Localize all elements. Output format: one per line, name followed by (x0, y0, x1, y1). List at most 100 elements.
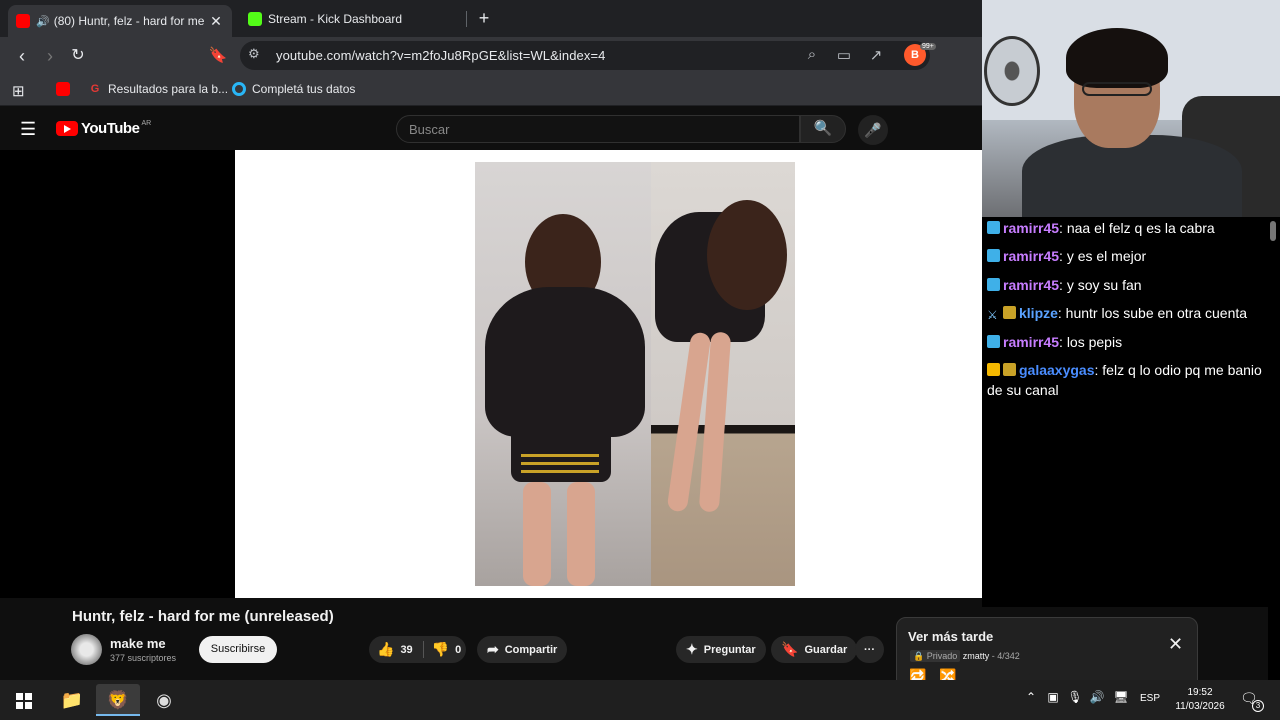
share-icon[interactable]: ↗ (866, 46, 886, 64)
playlist-panel: Ver más tarde 🔒 Privado zmatty - 4/342 ✕… (896, 617, 1198, 687)
stream-chat-overlay: ramirr45: naa el felz q es la cabra rami… (982, 217, 1280, 607)
youtube-logo[interactable]: YouTube AR (56, 120, 151, 137)
tab-youtube[interactable]: 🔊 (80) Huntr, felz - hard for me (unrele… (8, 5, 232, 37)
chat-message: ⚔ klipze: huntr los sube en otra cuenta (987, 303, 1247, 323)
ring-icon (232, 82, 246, 96)
windows-logo-icon (16, 693, 32, 709)
cast-icon[interactable]: ▭ (834, 46, 854, 64)
chat-username: ramirr45 (1003, 248, 1060, 264)
share-button[interactable]: ➦ Compartir (477, 636, 568, 663)
like-count: 39 (400, 643, 413, 656)
tab-divider (466, 11, 467, 27)
playlist-meta: 🔒 Privado zmatty - 4/342 (910, 650, 1020, 662)
cube-badge-icon (987, 278, 1000, 291)
like-button[interactable]: 👍 39 (369, 641, 424, 658)
gift-badge-icon (1003, 363, 1016, 376)
brave-browser-icon[interactable]: 🦁 (96, 684, 140, 716)
chat-text: : los pepis (1059, 334, 1123, 350)
chat-text: : y es el mejor (1059, 248, 1147, 264)
channel-avatar[interactable] (71, 634, 102, 665)
file-explorer-icon[interactable]: 📁 (50, 684, 94, 716)
chat-text: : y soy su fan (1059, 277, 1142, 293)
new-tab-button[interactable]: + (474, 8, 494, 29)
back-icon[interactable]: ‹ (10, 44, 34, 68)
chat-text: : naa el felz q es la cabra (1059, 220, 1215, 236)
chat-message: ramirr45: los pepis (987, 332, 1122, 352)
youtube-icon (56, 82, 70, 96)
obs-icon[interactable]: ◉ (142, 684, 186, 716)
apps-grid-icon[interactable]: ⊞ (12, 82, 25, 100)
chat-message: ramirr45: y soy su fan (987, 275, 1142, 295)
youtube-favicon-icon (16, 14, 30, 28)
tray-app-icon[interactable]: ▣ (1044, 690, 1062, 704)
youtube-masthead: ☰ YouTube AR 🔍 🎤 (0, 107, 982, 150)
sword-badge-icon: ⚔ (987, 308, 998, 322)
playlist-owner[interactable]: zmatty (963, 651, 990, 661)
more-actions-button[interactable]: ··· (855, 636, 884, 663)
chat-username: ramirr45 (1003, 277, 1060, 293)
bookmark-completa[interactable]: Completá tus datos (232, 82, 355, 96)
save-button[interactable]: 🔖 Guardar (771, 636, 858, 663)
video-frame-image (475, 162, 795, 586)
scrollbar-thumb[interactable] (1270, 221, 1276, 241)
thumbs-up-icon: 👍 (377, 641, 395, 657)
kick-favicon-icon (248, 12, 262, 26)
tab-kick[interactable]: Stream - Kick Dashboard (240, 5, 465, 33)
brave-count-badge: 99+ (920, 43, 936, 50)
dislike-button[interactable]: 👎 0 (424, 641, 470, 658)
reload-icon[interactable]: ↻ (66, 44, 90, 68)
search-icon: 🔍 (813, 120, 833, 137)
video-player[interactable] (235, 150, 1034, 598)
video-info: Huntr, felz - hard for me (unreleased) m… (0, 598, 982, 682)
cube-badge-icon (987, 221, 1000, 234)
chat-username: galaaxygas (1019, 362, 1095, 378)
microphone-icon[interactable]: 🎙 (1066, 690, 1084, 704)
screen: 🔊 (80) Huntr, felz - hard for me (unrele… (0, 0, 1280, 720)
subscribe-button[interactable]: Suscribirse (199, 636, 277, 663)
clock-time: 19:52 (1187, 687, 1213, 698)
like-dislike-group: 👍 39 👎 0 (369, 636, 466, 663)
search-input[interactable] (409, 122, 789, 137)
zoom-icon[interactable]: ⌕ (802, 46, 822, 63)
cube-badge-icon (987, 335, 1000, 348)
bookmark-label: Completá tus datos (252, 82, 356, 96)
tab-title: (80) Huntr, felz - hard for me (unreleas… (53, 14, 208, 28)
channel-name[interactable]: make me (110, 636, 166, 651)
bookmark-resultados[interactable]: G Resultados para la b... (88, 82, 228, 96)
menu-icon[interactable]: ☰ (20, 119, 36, 140)
network-icon[interactable]: 🖥 (1112, 690, 1130, 704)
forward-icon[interactable]: › (38, 44, 62, 68)
voice-search-button[interactable]: 🎤 (858, 115, 888, 145)
volume-icon[interactable]: 🔊 (1088, 690, 1106, 704)
close-icon[interactable]: ✕ (1168, 634, 1183, 655)
chat-message: ramirr45: naa el felz q es la cabra (987, 218, 1215, 238)
mic-icon: 🎤 (864, 122, 882, 138)
show-hidden-icons-icon[interactable]: ⌃ (1022, 690, 1040, 704)
privacy-badge: 🔒 Privado (910, 650, 961, 662)
playlist-title[interactable]: Ver más tarde (908, 629, 993, 644)
crown-badge-icon (987, 363, 1000, 376)
browser-tab-strip: 🔊 (80) Huntr, felz - hard for me (unrele… (0, 0, 982, 37)
chat-username: ramirr45 (1003, 334, 1060, 350)
close-tab-icon[interactable]: ✕ (208, 13, 224, 30)
tab-title: Stream - Kick Dashboard (268, 12, 403, 26)
url-text[interactable]: youtube.com/watch?v=m2foJu8RpGE&list=WL&… (276, 48, 606, 63)
bookmark-youtube[interactable] (56, 82, 76, 96)
subscriber-count: 377 suscriptores (110, 653, 177, 663)
address-bar[interactable]: ⚙ youtube.com/watch?v=m2foJu8RpGE&list=W… (240, 41, 936, 70)
chat-scrollbar[interactable] (1268, 217, 1280, 680)
clock[interactable]: 19:52 11/03/2026 (1170, 686, 1230, 714)
search-button[interactable]: 🔍 (800, 115, 846, 143)
g-icon: G (90, 83, 100, 95)
search-box[interactable] (396, 115, 800, 143)
site-settings-icon[interactable]: ⚙ (248, 46, 260, 62)
ask-button[interactable]: ✦ Preguntar (676, 636, 766, 663)
language-indicator[interactable]: ESP (1140, 693, 1160, 704)
speaker-icon[interactable]: 🔊 (36, 15, 50, 28)
windows-taskbar: 📁 🦁 ◉ ⌃ ▣ 🎙 🔊 🖥 ESP 19:52 11/03/2026 🗨 3 (0, 680, 1280, 720)
chat-username: klipze (1019, 305, 1058, 321)
start-button[interactable] (2, 684, 46, 716)
chat-message: ramirr45: y es el mejor (987, 246, 1146, 266)
bookmark-icon[interactable]: 🔖 (206, 44, 230, 68)
bookmarks-bar: ⊞ G Resultados para la b... Completá tus… (0, 74, 982, 106)
